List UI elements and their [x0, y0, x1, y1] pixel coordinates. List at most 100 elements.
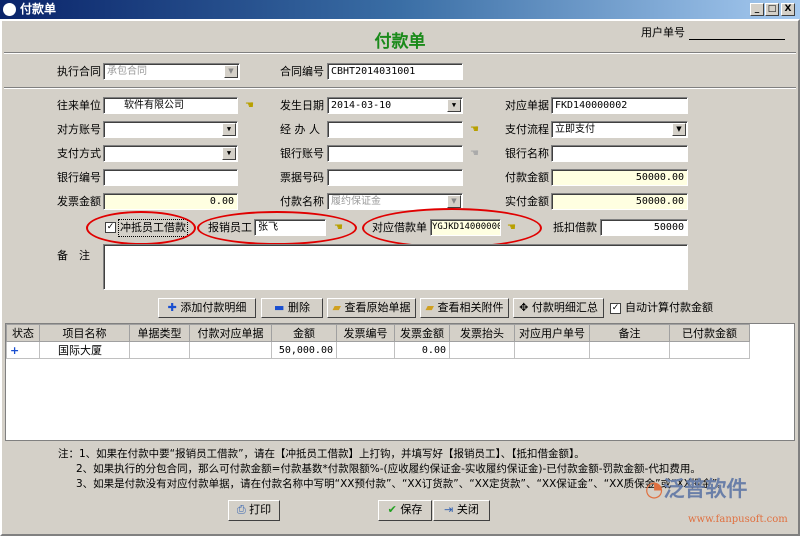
- view-attach-button[interactable]: ▰ 查看相关附件: [420, 298, 509, 318]
- cell-doc-type[interactable]: [129, 341, 190, 359]
- close-window-button[interactable]: X: [781, 3, 795, 16]
- print-label: 打印: [249, 503, 272, 516]
- chevron-down-icon: ▼: [224, 65, 238, 78]
- print-button[interactable]: ⎙ 打印: [228, 500, 280, 521]
- summary-button[interactable]: ✥ 付款明细汇总: [513, 298, 604, 318]
- chevron-down-icon: ▼: [222, 147, 236, 160]
- save-label: 保存: [400, 503, 423, 516]
- date-value: 2014-03-10: [331, 100, 392, 111]
- column-header[interactable]: 对应用户单号: [514, 324, 590, 342]
- billno-input[interactable]: [327, 169, 463, 186]
- folder-icon: ▰: [425, 301, 434, 314]
- date-label: 发生日期: [280, 99, 324, 112]
- note-line: 注：1、如果在付款中要“报销员工借款”，请在【冲抵员工借款】上打钩，并填写好【报…: [58, 448, 585, 460]
- auto-calc-checkbox[interactable]: ✓: [610, 303, 621, 314]
- deduct-input[interactable]: 50000: [600, 219, 688, 236]
- column-header[interactable]: 备注: [589, 324, 670, 342]
- user-no-field[interactable]: [689, 38, 785, 40]
- view-original-label: 查看原始单据: [344, 301, 411, 314]
- delete-button[interactable]: ▬ 删除: [261, 298, 323, 318]
- plus-icon: ✚: [167, 301, 177, 314]
- highlight-oval: [362, 208, 542, 248]
- bankname-input[interactable]: [551, 145, 688, 162]
- handler-input[interactable]: [327, 121, 463, 138]
- cell-project[interactable]: 国际大厦: [39, 341, 130, 359]
- date-select[interactable]: 2014-03-10 ▼: [327, 97, 463, 114]
- check-icon: ✔: [387, 503, 397, 516]
- divider: [4, 52, 796, 54]
- payname-value: 履约保证金: [331, 196, 381, 207]
- partner-label: 往来单位: [57, 99, 101, 112]
- delete-label: 删除: [287, 301, 310, 314]
- cell-invoice-no[interactable]: [336, 341, 395, 359]
- remark-label: 备 注: [57, 249, 90, 262]
- contract-no-input[interactable]: CBHT2014031001: [327, 63, 463, 80]
- auto-calc-label: 自动计算付款金额: [625, 301, 713, 314]
- column-header[interactable]: 付款对应单据: [189, 324, 272, 342]
- cell-remark[interactable]: [589, 341, 670, 359]
- chevron-down-icon: ▼: [672, 123, 686, 136]
- brand-logo: ◔泛普软件: [645, 473, 747, 503]
- payamt-label: 付款金额: [505, 171, 549, 184]
- pick-hand-icon[interactable]: ☚: [245, 101, 259, 111]
- flow-label: 支付流程: [505, 123, 549, 136]
- exit-door-icon: ⇥: [444, 503, 454, 516]
- column-header[interactable]: 项目名称: [39, 324, 130, 342]
- detail-grid[interactable]: 状态 项目名称 单据类型 付款对应单据 金额 发票编号 发票金额 发票抬头 对应…: [5, 323, 795, 441]
- exec-contract-select[interactable]: 承包合同 ▼: [103, 63, 240, 80]
- paymethod-select[interactable]: ▼: [103, 145, 238, 162]
- status-plus-icon[interactable]: +: [6, 341, 40, 359]
- user-no-label: 用户单号: [641, 26, 685, 39]
- column-header[interactable]: 单据类型: [129, 324, 190, 342]
- summary-label: 付款明细汇总: [531, 301, 598, 314]
- note-line: 3、如果是付款没有对应付款单据，请在付款名称中写明“XX预付款”、“XX订货款”…: [76, 478, 728, 490]
- partner-input[interactable]: 软件有限公司: [103, 97, 238, 114]
- add-detail-button[interactable]: ✚ 添加付款明细: [158, 298, 256, 318]
- summary-icon: ✥: [519, 301, 529, 314]
- actual-input[interactable]: 50000.00: [551, 193, 688, 210]
- cell-invoice-title[interactable]: [449, 341, 515, 359]
- pick-hand-icon: ☚: [470, 148, 479, 159]
- exec-contract-label: 执行合同: [57, 65, 101, 78]
- view-original-button[interactable]: ▰ 查看原始单据: [327, 298, 416, 318]
- cell-paid[interactable]: [669, 341, 750, 359]
- cell-invoice-amount[interactable]: 0.00: [394, 341, 450, 359]
- invamt-input[interactable]: 0.00: [103, 193, 238, 210]
- flow-select[interactable]: 立即支付 ▼: [551, 121, 688, 138]
- maximize-button[interactable]: □: [765, 3, 779, 16]
- doc-input[interactable]: FKD140000002: [551, 97, 688, 114]
- minimize-button[interactable]: _: [750, 3, 764, 16]
- bankno-label: 银行编号: [57, 171, 101, 184]
- window-title: 付款单: [20, 2, 57, 16]
- chevron-down-icon: ▼: [222, 123, 236, 136]
- highlight-oval: [197, 211, 357, 245]
- printer-icon: ⎙: [236, 503, 246, 516]
- bankacc-label: 银行账号: [280, 147, 324, 160]
- column-header[interactable]: 状态: [6, 324, 40, 342]
- billno-label: 票据号码: [280, 171, 324, 184]
- chevron-down-icon: ▼: [447, 99, 461, 112]
- brand-mark-icon: ◔: [645, 477, 664, 501]
- column-header[interactable]: 已付款金额: [669, 324, 750, 342]
- payamt-input[interactable]: 50000.00: [551, 169, 688, 186]
- table-row[interactable]: + 国际大厦 50,000.00 0.00: [6, 341, 750, 359]
- account-select[interactable]: ▼: [103, 121, 238, 138]
- paymethod-label: 支付方式: [57, 147, 101, 160]
- view-attach-label: 查看相关附件: [437, 301, 504, 314]
- app-icon: [3, 3, 16, 16]
- column-header[interactable]: 发票金额: [394, 324, 450, 342]
- column-header[interactable]: 金额: [271, 324, 337, 342]
- close-button[interactable]: ⇥ 关闭: [433, 500, 490, 521]
- cell-amount[interactable]: 50,000.00: [271, 341, 337, 359]
- column-header[interactable]: 发票编号: [336, 324, 395, 342]
- bankno-input[interactable]: [103, 169, 238, 186]
- cell-pay-doc[interactable]: [189, 341, 272, 359]
- title-bar: 付款单 _ □ X: [0, 0, 800, 19]
- pick-hand-icon[interactable]: ☚: [470, 125, 484, 135]
- save-button[interactable]: ✔ 保存: [378, 500, 432, 521]
- bankacc-input[interactable]: [327, 145, 463, 162]
- close-label: 关闭: [456, 503, 479, 516]
- remark-textarea[interactable]: [103, 244, 688, 290]
- cell-user-no[interactable]: [514, 341, 590, 359]
- column-header[interactable]: 发票抬头: [449, 324, 515, 342]
